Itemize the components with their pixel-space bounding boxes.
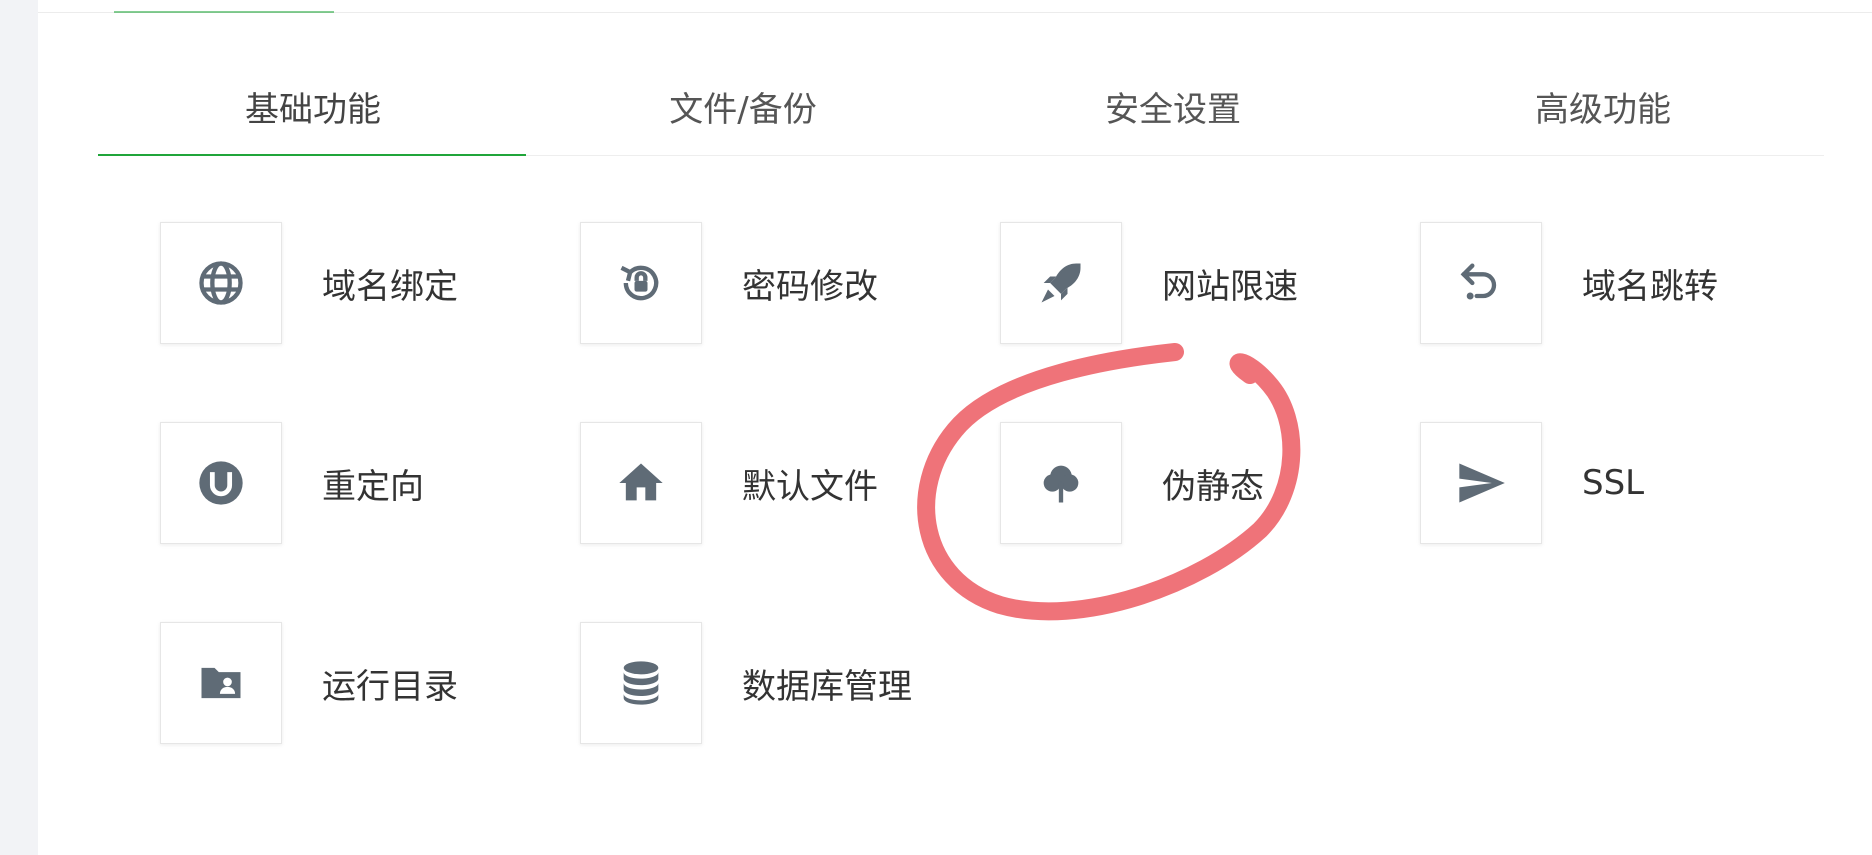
item-site-rate-limit[interactable]: 网站限速 [1000, 222, 1298, 344]
item-label: 伪静态 [1162, 466, 1264, 507]
item-ssl[interactable]: SSL [1420, 422, 1644, 544]
item-label: 重定向 [322, 466, 424, 507]
database-icon [580, 622, 702, 744]
tab-basic-functions[interactable]: 基础功能 [98, 58, 528, 156]
item-label: 域名跳转 [1582, 266, 1718, 307]
item-label: 域名绑定 [322, 266, 458, 307]
item-label: 密码修改 [742, 266, 878, 307]
item-password-change[interactable]: 密码修改 [580, 222, 878, 344]
item-redirect[interactable]: 重定向 [160, 422, 424, 544]
globe-icon [160, 222, 282, 344]
item-url-rewrite[interactable]: 伪静态 [1000, 422, 1264, 544]
item-run-directory[interactable]: 运行目录 [160, 622, 458, 744]
item-domain-binding[interactable]: 域名绑定 [160, 222, 458, 344]
home-icon [580, 422, 702, 544]
tab-files-backup[interactable]: 文件/备份 [528, 58, 958, 155]
lock-reset-icon [580, 222, 702, 344]
send-icon [1420, 422, 1542, 544]
item-default-file[interactable]: 默认文件 [580, 422, 878, 544]
rocket-icon [1000, 222, 1122, 344]
tree-icon [1000, 422, 1122, 544]
tab-advanced-functions[interactable]: 高级功能 [1388, 58, 1818, 155]
item-label: 网站限速 [1162, 266, 1298, 307]
item-database-management[interactable]: 数据库管理 [580, 622, 912, 744]
top-accent-line [114, 11, 334, 13]
magnet-icon [160, 422, 282, 544]
item-label: 数据库管理 [742, 666, 912, 707]
site-settings-panel: 基础功能 文件/备份 安全设置 高级功能 域名绑定 密码修改 网站限速 域名跳转… [0, 0, 1872, 855]
left-rail [0, 0, 38, 855]
folder-user-icon [160, 622, 282, 744]
item-label: 默认文件 [742, 466, 878, 507]
item-label: 运行目录 [322, 666, 458, 707]
item-domain-redirect[interactable]: 域名跳转 [1420, 222, 1718, 344]
tab-security-settings[interactable]: 安全设置 [958, 58, 1388, 155]
item-label: SSL [1582, 463, 1645, 503]
settings-tabs: 基础功能 文件/备份 安全设置 高级功能 [98, 58, 1824, 156]
undo-arrow-icon [1420, 222, 1542, 344]
